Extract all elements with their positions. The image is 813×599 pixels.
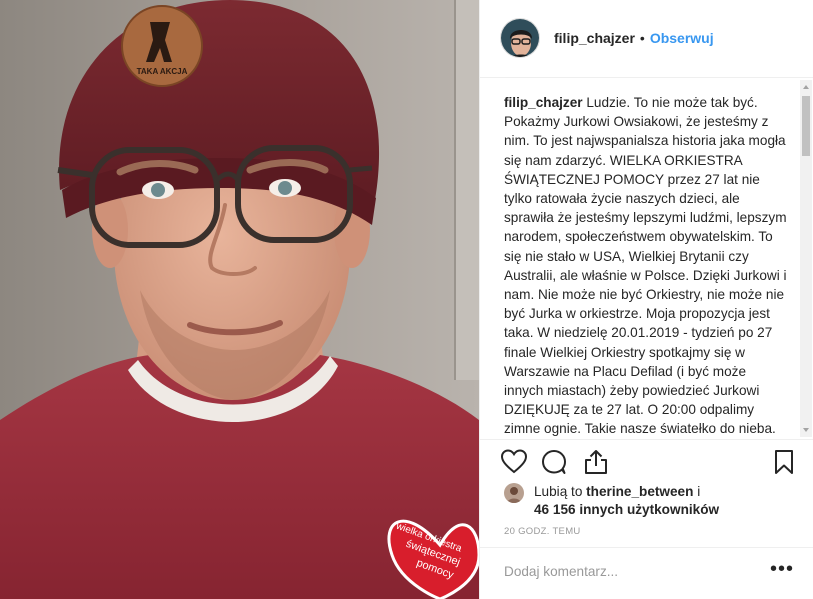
scrollbar-thumb[interactable] [802,96,810,156]
comment-icon[interactable] [540,448,568,476]
comment-divider [480,547,813,548]
post-author-username[interactable]: filip_chajzer [554,30,635,46]
avatar[interactable] [500,18,540,58]
heart-icon[interactable] [500,448,528,476]
post-timestamp[interactable]: 20 GODZ. TEMU [504,526,581,537]
likes-line: Lubią to therine_between i [534,482,700,501]
caption-username[interactable]: filip_chajzer [504,95,583,110]
comment-input[interactable]: Dodaj komentarz... [504,564,724,579]
post-photo[interactable]: TAKA AKCJA wielka orkiestra świątecznej … [0,0,479,599]
selfie-illustration: TAKA AKCJA wielka orkiestra świątecznej … [0,0,479,599]
caption-scroll-area[interactable]: filip_chajzer Ludzie. To nie może tak by… [504,93,788,437]
bookmark-icon[interactable] [770,448,798,476]
liker-avatar[interactable] [504,483,524,503]
more-options-icon[interactable]: ••• [770,559,794,582]
caption-scrollbar[interactable] [800,80,812,437]
likes-conjunction: i [697,484,701,499]
post-actions [500,446,800,476]
scroll-down-arrow-icon[interactable] [800,423,812,437]
likes-others-link[interactable]: 46 156 innych użytkowników [534,500,719,519]
header-separator: • [639,30,645,46]
caption: filip_chajzer Ludzie. To nie może tak by… [504,93,788,437]
liker-username[interactable]: therine_between [586,484,693,499]
hat-patch-text: TAKA AKCJA [137,67,188,76]
share-icon[interactable] [582,448,610,476]
avatar-image [501,19,539,57]
scroll-up-arrow-icon[interactable] [800,80,812,94]
likes-prefix: Lubią to [534,484,583,499]
post-header: filip_chajzer • Obserwuj [500,16,800,60]
post-side-panel: filip_chajzer • Obserwuj filip_chajzer L… [479,0,813,599]
caption-text: Ludzie. To nie może tak być. Pokażmy Jur… [504,95,787,437]
follow-button[interactable]: Obserwuj [650,30,714,46]
header-divider [480,77,813,78]
actions-divider [480,439,813,440]
